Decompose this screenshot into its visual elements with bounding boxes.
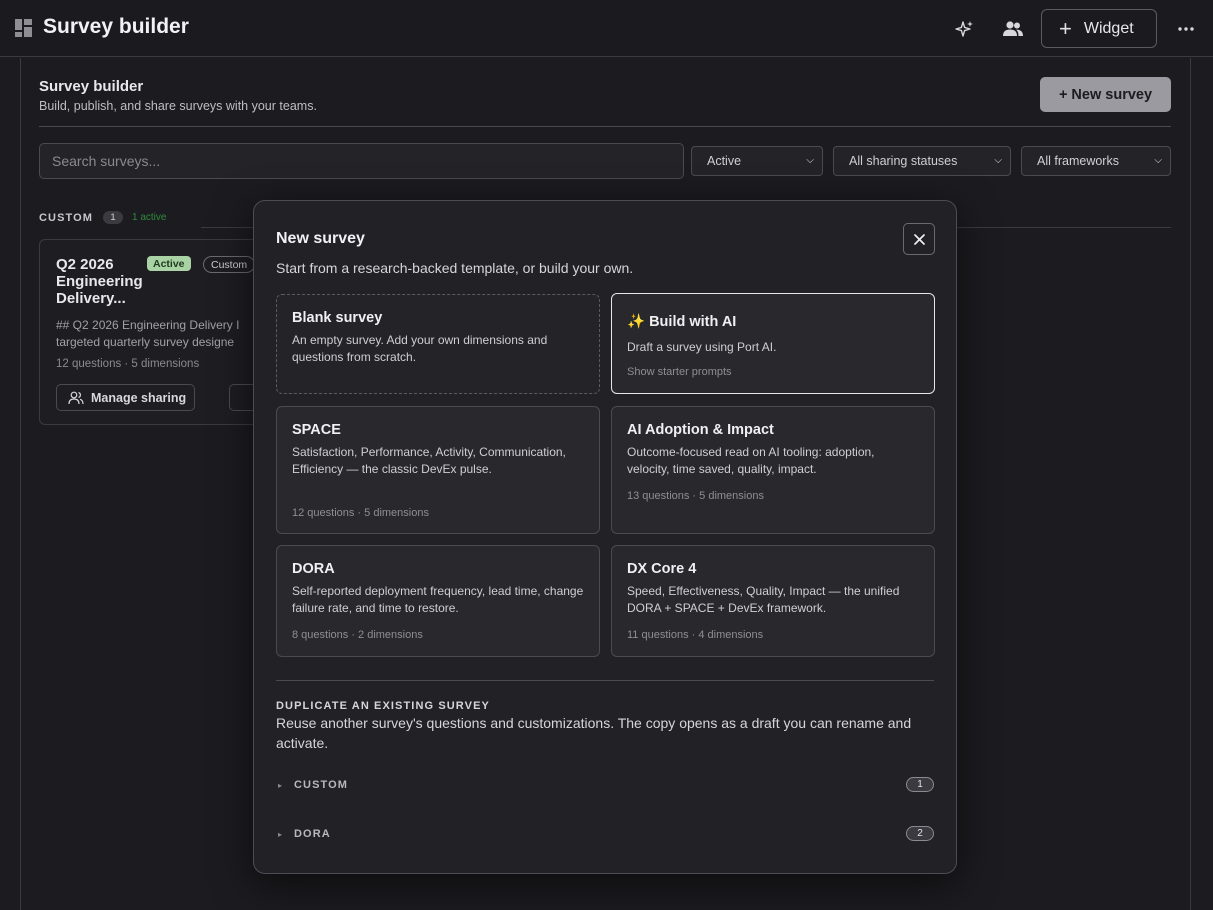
sharing-filter-value: All sharing statuses (849, 154, 958, 168)
template-description: Speed, Effectiveness, Quality, Impact — … (627, 584, 900, 615)
more-icon[interactable] (1174, 17, 1198, 41)
modal-subtitle: Start from a research-backed template, o… (276, 260, 634, 276)
template-description: Self-reported deployment frequency, lead… (292, 584, 584, 615)
new-survey-button[interactable]: + New survey (1040, 77, 1171, 112)
status-filter-select[interactable]: Active ⌵ (691, 146, 823, 176)
template-meta: 11 questions · 4 dimensions (627, 629, 764, 641)
template-title: DX Core 4 (627, 561, 697, 577)
survey-card-description: ## Q2 2026 Engineering Delivery I target… (56, 317, 278, 351)
modal-title: New survey (276, 230, 365, 247)
duplicate-group-label: DORA (294, 828, 331, 840)
duplicate-section-description: Reuse another survey's questions and cus… (276, 715, 912, 751)
template-title: ✨ Build with AI (627, 314, 737, 330)
frameworks-filter-value: All frameworks (1037, 154, 1119, 168)
chevron-down-icon: ⌵ (1154, 155, 1162, 166)
template-blank-survey[interactable]: Blank survey An empty survey. Add your o… (276, 294, 600, 394)
type-badge: Custom (203, 256, 256, 273)
plus-icon: + (1059, 15, 1072, 41)
template-dora[interactable]: DORA Self-reported deployment frequency,… (276, 545, 600, 657)
duplicate-section-title: DUPLICATE AN EXISTING SURVEY (276, 700, 490, 712)
description-line: ## Q2 2026 Engineering Delivery I (56, 318, 240, 332)
survey-card-meta: 12 questions · 5 dimensions (56, 358, 200, 370)
chevron-down-icon: ⌵ (994, 155, 1002, 166)
duplicate-group-custom[interactable]: ▸ CUSTOM 1 (276, 777, 934, 797)
top-bar: Survey builder + Widget (0, 0, 1213, 57)
sparkle-icon[interactable] (953, 17, 977, 41)
group-label: CUSTOM (39, 212, 94, 224)
template-description: Draft a survey using Port AI. (627, 340, 777, 354)
chevron-right-icon: ▸ (278, 781, 283, 790)
sharing-filter-select[interactable]: All sharing statuses ⌵ (833, 146, 1011, 176)
duplicate-group-count: 2 (906, 826, 934, 841)
group-active-count: 1 active (132, 212, 167, 223)
manage-sharing-label: Manage sharing (91, 390, 187, 405)
template-title: SPACE (292, 422, 341, 438)
duplicate-group-count: 1 (906, 777, 934, 792)
search-input[interactable]: Search surveys... (39, 143, 684, 179)
divider (276, 680, 934, 681)
close-button[interactable] (903, 223, 935, 255)
chevron-right-icon: ▸ (278, 830, 283, 839)
template-meta: 12 questions · 5 dimensions (292, 507, 429, 519)
page-title: Survey builder (43, 15, 189, 38)
show-starter-prompts-link[interactable]: Show starter prompts (627, 366, 732, 378)
template-dx-core-4[interactable]: DX Core 4 Speed, Effectiveness, Quality,… (611, 545, 935, 657)
users-icon (68, 391, 84, 404)
section-subtitle: Build, publish, and share surveys with y… (39, 99, 317, 113)
users-icon[interactable] (1001, 17, 1025, 41)
status-badge: Active (147, 256, 191, 271)
template-description: Outcome-focused read on AI tooling: adop… (627, 445, 875, 476)
duplicate-group-label: CUSTOM (294, 779, 349, 791)
template-space[interactable]: SPACE Satisfaction, Performance, Activit… (276, 406, 600, 534)
section-title: Survey builder (39, 78, 144, 95)
close-icon (913, 233, 925, 245)
new-survey-modal: New survey Start from a research-backed … (253, 200, 957, 874)
group-count-badge: 1 (103, 211, 123, 224)
widget-button-label: Widget (1083, 19, 1134, 37)
add-widget-button[interactable]: + Widget (1041, 9, 1157, 48)
template-title: DORA (292, 561, 335, 577)
status-filter-value: Active (707, 154, 742, 168)
frameworks-filter-select[interactable]: All frameworks ⌵ (1021, 146, 1171, 176)
description-line: targeted quarterly survey designe (56, 335, 235, 349)
dashboard-icon (15, 19, 33, 37)
template-title: Blank survey (292, 310, 383, 326)
template-meta: 8 questions · 2 dimensions (292, 629, 423, 641)
duplicate-group-dora[interactable]: ▸ DORA 2 (276, 826, 934, 846)
survey-card-title: Q2 2026 Engineering Delivery... (56, 256, 143, 307)
template-description: Satisfaction, Performance, Activity, Com… (292, 445, 566, 476)
manage-sharing-button[interactable]: Manage sharing (56, 384, 195, 411)
chevron-down-icon: ⌵ (806, 155, 814, 166)
survey-card[interactable]: Q2 2026 Engineering Delivery... Active C… (39, 239, 279, 425)
template-title: AI Adoption & Impact (627, 422, 774, 438)
template-meta: 13 questions · 5 dimensions (627, 490, 764, 502)
divider (39, 126, 1171, 127)
template-ai-adoption-impact[interactable]: AI Adoption & Impact Outcome-focused rea… (611, 406, 935, 534)
template-build-with-ai[interactable]: ✨ Build with AI Draft a survey using Por… (611, 293, 935, 394)
template-description: An empty survey. Add your own dimensions… (292, 333, 548, 364)
